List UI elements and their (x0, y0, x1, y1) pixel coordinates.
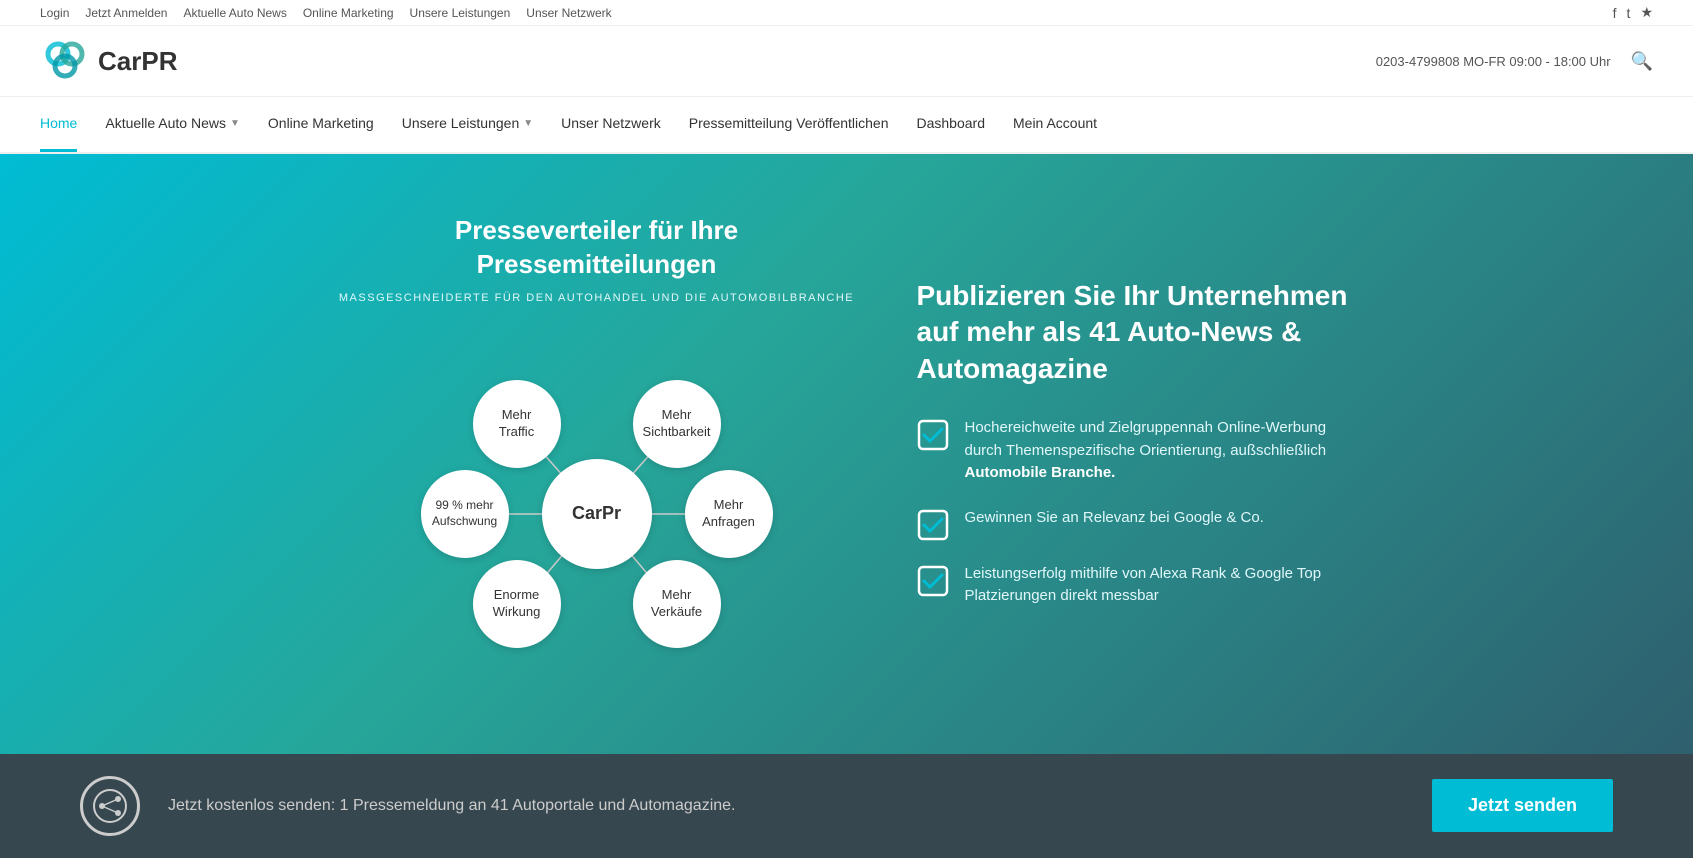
feature-text-3: Leistungserfolg mithilfe von Alexa Rank … (965, 563, 1357, 608)
top-bar: Login Jetzt Anmelden Aktuelle Auto News … (0, 0, 1693, 26)
header: CarPR 0203-4799808 MO-FR 09:00 - 18:00 U… (0, 26, 1693, 97)
circle-diagram: CarPr MehrTraffic MehrSichtbarkeit MehrA… (417, 334, 777, 694)
top-bar-social: f t ★ (1613, 4, 1653, 21)
chevron-down-icon-2: ▼ (523, 118, 533, 129)
nav-home[interactable]: Home (40, 97, 77, 152)
diagram-title: Presseverteiler für Ihre Pressemitteilun… (337, 214, 857, 282)
diagram-node-anfragen: MehrAnfragen (685, 470, 773, 558)
logo-text: CarPR (98, 46, 177, 77)
hero-section: Presseverteiler für Ihre Pressemitteilun… (0, 154, 1693, 754)
topbar-autonews-link[interactable]: Aktuelle Auto News (183, 6, 286, 20)
nav-mein-account[interactable]: Mein Account (1013, 97, 1097, 152)
bottom-text: Jetzt kostenlos senden: 1 Pressemeldung … (168, 797, 1404, 815)
header-right: 0203-4799808 MO-FR 09:00 - 18:00 Uhr 🔍 (1376, 51, 1653, 72)
search-icon[interactable]: 🔍 (1631, 51, 1653, 72)
phone-info: 0203-4799808 MO-FR 09:00 - 18:00 Uhr (1376, 54, 1611, 69)
nav-leistungen[interactable]: Unsere Leistungen ▼ (402, 97, 533, 152)
diagram-node-sichtbarkeit: MehrSichtbarkeit (633, 380, 721, 468)
nav-marketing[interactable]: Online Marketing (268, 97, 374, 152)
facebook-icon[interactable]: f (1613, 5, 1617, 21)
check-icon-1 (917, 419, 949, 451)
diagram-center-node: CarPr (542, 459, 652, 569)
right-features-section: Publizieren Sie Ihr Unternehmen auf mehr… (917, 278, 1357, 630)
nav-netzwerk[interactable]: Unser Netzwerk (561, 97, 661, 152)
diagram-subtitle: MASSGESCHNEIDERTE FÜR DEN AUTOHANDEL UND… (337, 292, 857, 304)
topbar-login-link[interactable]: Login (40, 6, 69, 20)
diagram-node-aufschwung: 99 % mehrAufschwung (421, 470, 509, 558)
logo[interactable]: CarPR (40, 36, 177, 86)
share-icon (93, 789, 127, 823)
top-bar-links: Login Jetzt Anmelden Aktuelle Auto News … (40, 6, 612, 20)
topbar-register-link[interactable]: Jetzt Anmelden (85, 6, 167, 20)
feature-item-1: Hochereichweite und Zielgruppennah Onlin… (917, 417, 1357, 485)
bottom-bar: Jetzt kostenlos senden: 1 Pressemeldung … (0, 754, 1693, 858)
nav-pressemitteilung[interactable]: Pressemitteilung Veröffentlichen (689, 97, 889, 152)
topbar-netzwerk-link[interactable]: Unser Netzwerk (526, 6, 611, 20)
feature-text-2: Gewinnen Sie an Relevanz bei Google & Co… (965, 507, 1264, 530)
feature-item-3: Leistungserfolg mithilfe von Alexa Rank … (917, 563, 1357, 608)
nav-dashboard[interactable]: Dashboard (917, 97, 986, 152)
main-nav: Home Aktuelle Auto News ▼ Online Marketi… (0, 97, 1693, 154)
topbar-marketing-link[interactable]: Online Marketing (303, 6, 394, 20)
chevron-down-icon: ▼ (230, 118, 240, 129)
send-button[interactable]: Jetzt senden (1432, 779, 1613, 832)
feature-item-2: Gewinnen Sie an Relevanz bei Google & Co… (917, 507, 1357, 541)
check-icon-2 (917, 509, 949, 541)
twitter-icon[interactable]: t (1627, 5, 1631, 21)
nav-autonews[interactable]: Aktuelle Auto News ▼ (105, 97, 240, 152)
rss-icon[interactable]: ★ (1640, 4, 1653, 21)
diagram-node-traffic: MehrTraffic (473, 380, 561, 468)
right-title: Publizieren Sie Ihr Unternehmen auf mehr… (917, 278, 1357, 387)
check-icon-3 (917, 565, 949, 597)
share-circle-icon (80, 776, 140, 836)
diagram-node-verkaufe: MehrVerkäufe (633, 560, 721, 648)
logo-icon (40, 36, 90, 86)
topbar-leistungen-link[interactable]: Unsere Leistungen (410, 6, 511, 20)
diagram-section: Presseverteiler für Ihre Pressemitteilun… (337, 214, 857, 694)
diagram-node-wirkung: EnormeWirkung (473, 560, 561, 648)
feature-text-1: Hochereichweite und Zielgruppennah Onlin… (965, 417, 1357, 485)
